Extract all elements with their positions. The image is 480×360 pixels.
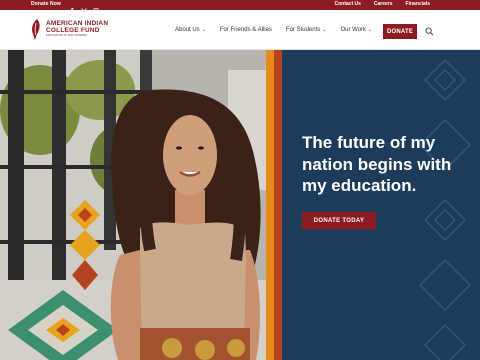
site-logo[interactable]: AMERICAN INDIAN COLLEGE FUND EDUCATION I… (31, 19, 108, 40)
careers-link[interactable]: Careers (374, 1, 393, 7)
header-donate-button[interactable]: DONATE (383, 24, 417, 39)
hero-text-panel: The future of my nation begins with my e… (282, 50, 480, 360)
main-nav: About Us ⌄ For Friends & Allies For Stud… (175, 27, 386, 33)
hero-photo-illustration (0, 50, 266, 360)
hero-photo (0, 50, 266, 360)
financials-link[interactable]: Financials (406, 1, 430, 7)
site-header: AMERICAN INDIAN COLLEGE FUND EDUCATION I… (0, 10, 480, 50)
nav-for-friends-allies-label: For Friends & Allies (219, 27, 272, 33)
nav-for-students-label: For Students (285, 27, 321, 33)
donate-now-link[interactable]: Donate Now (31, 1, 61, 7)
nav-our-work-label: Our Work (340, 27, 367, 33)
nav-our-work[interactable]: Our Work ⌄ (340, 27, 372, 33)
decorative-rust-stripe (274, 50, 282, 360)
logo-tagline: EDUCATION IS THE ANSWER (46, 34, 87, 38)
contact-us-link[interactable]: Contact Us (335, 1, 361, 7)
nav-for-friends-allies[interactable]: For Friends & Allies (220, 27, 272, 33)
nav-about-us[interactable]: About Us ⌄ (175, 27, 206, 33)
geometric-pattern-icon (418, 58, 472, 360)
hero-headline: The future of my nation begins with my e… (302, 133, 452, 196)
nav-for-students[interactable]: For Students ⌄ (286, 27, 327, 33)
donate-today-button[interactable]: DONATE TODAY (302, 212, 376, 229)
instagram-icon[interactable] (93, 1, 99, 14)
x-twitter-icon[interactable] (81, 1, 87, 14)
facebook-icon[interactable] (69, 1, 75, 14)
chevron-down-icon: ⌄ (322, 27, 327, 33)
social-links (69, 1, 99, 14)
decorative-orange-stripe (266, 50, 274, 360)
nav-about-us-label: About Us (175, 27, 200, 33)
chevron-down-icon: ⌄ (201, 27, 206, 33)
top-utility-bar: Donate Now Contact Us Careers Financials (0, 0, 480, 14)
search-icon[interactable] (425, 27, 434, 36)
chevron-down-icon: ⌄ (368, 27, 373, 33)
hero-section: The future of my nation begins with my e… (0, 50, 480, 360)
feather-logo-icon (32, 19, 40, 40)
